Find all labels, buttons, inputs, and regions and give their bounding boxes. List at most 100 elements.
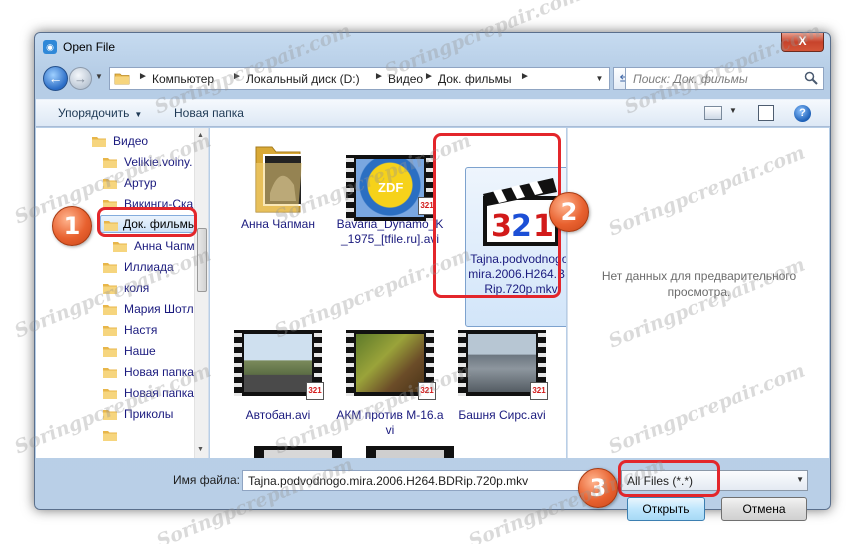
file-item-folder[interactable]: Анна Чапман	[222, 133, 334, 283]
tree-item-prikoly[interactable]: Приколы	[102, 405, 208, 423]
tree-item-artur[interactable]: Артур	[102, 174, 208, 192]
filename-input[interactable]: Tajna.podvodnogo.mira.2006.H264.BDRip.72…	[242, 470, 607, 491]
preview-pane-icon[interactable]	[758, 105, 774, 121]
tree-item-label: Приколы	[124, 407, 174, 421]
breadcrumb-doc-films[interactable]: Док. фильмы	[438, 72, 512, 86]
tree-item-label: Мария Шотл	[124, 302, 194, 316]
folder-icon	[114, 73, 130, 85]
title-bar[interactable]: ◉ Open File X	[35, 33, 830, 61]
frame-image	[468, 334, 536, 392]
file-name: Анна Чапман	[241, 217, 315, 231]
tree-item-new-folder-2[interactable]: Новая папка	[102, 384, 208, 402]
folder-icon	[103, 326, 117, 336]
help-icon[interactable]: ?	[794, 105, 811, 122]
folder-icon	[103, 158, 117, 168]
breadcrumb-separator-icon: ►	[520, 71, 530, 82]
back-button[interactable]: ←	[43, 66, 68, 91]
search-icon[interactable]	[804, 71, 818, 85]
folder-icon	[103, 305, 117, 315]
address-bar[interactable]: ► Компьютер ► Локальный диск (D:) ► Виде…	[109, 67, 603, 90]
tree-item-label: Наше	[124, 344, 156, 358]
tree-item-label: Артур	[124, 176, 157, 190]
step-2-badge: 2	[549, 192, 589, 232]
frame-image: ZDF	[356, 159, 424, 217]
tree-item-illiada[interactable]: Иллиада	[102, 258, 208, 276]
thumbnail: 321	[458, 324, 548, 406]
file-item-bashnya[interactable]: 321 Башня Сирс.avi	[446, 324, 558, 434]
search-input[interactable]: Поиск: Док. фильмы	[625, 67, 824, 90]
folder-icon	[92, 137, 106, 147]
zdf-logo: ZDF	[378, 180, 404, 195]
breadcrumb-local-disk[interactable]: Локальный диск (D:)	[246, 72, 360, 86]
window-title: Open File	[63, 40, 116, 54]
file-name: Bavaria_Dynamo_K_1975_[tfile.ru].avi	[336, 217, 444, 246]
tree-item-label: коля	[124, 281, 150, 295]
tree-item-new-folder[interactable]: Новая папка	[102, 363, 208, 381]
scroll-down-icon[interactable]: ▼	[197, 446, 204, 453]
folder-icon	[255, 146, 303, 213]
thumbnail: 321	[234, 324, 324, 406]
tree-item-label: Иллиада	[124, 260, 174, 274]
mpc-badge-icon: 321	[306, 382, 324, 400]
file-name: Автобан.avi	[245, 408, 311, 422]
tree-item-video[interactable]: Видео	[91, 132, 201, 150]
tree-item-label: Новая папка	[124, 365, 194, 379]
highlight-selected-file	[433, 133, 561, 298]
step-1-badge: 1	[52, 206, 92, 246]
breadcrumb-computer[interactable]: Компьютер	[152, 72, 214, 86]
new-folder-button[interactable]: Новая папка	[174, 106, 244, 120]
highlight-open-button	[618, 460, 720, 497]
forward-button[interactable]: →	[69, 67, 92, 90]
thumbnail: 321	[346, 324, 436, 406]
tree-item-maria[interactable]: Мария Шотл	[102, 300, 208, 318]
tree-item-partial[interactable]	[102, 426, 208, 444]
change-view-icon[interactable]	[704, 106, 722, 120]
scrollbar-thumb[interactable]	[197, 228, 207, 292]
file-name: Башня Сирс.avi	[458, 408, 546, 422]
breadcrumb-video[interactable]: Видео	[388, 72, 423, 86]
mpc-badge-icon: 321	[418, 382, 436, 400]
file-item-avtoban[interactable]: 321 Автобан.avi	[222, 324, 334, 434]
film-strip	[346, 155, 354, 221]
tree-item-nashe[interactable]: Наше	[102, 342, 208, 360]
folder-icon	[103, 284, 117, 294]
tree-item-label: Новая папка	[124, 386, 194, 400]
thumbnail: ZDF 321	[346, 133, 436, 221]
folder-icon	[103, 347, 117, 357]
chevron-down-icon: ▼	[134, 110, 143, 119]
step-3-badge: 3	[578, 468, 618, 508]
tree-item-label: Анна Чапм	[134, 239, 195, 253]
tree-item-velikie-voiny[interactable]: Velikie.voiny.	[102, 153, 208, 171]
frame-image	[376, 450, 444, 458]
tree-item-nastya[interactable]: Настя	[102, 321, 208, 339]
history-dropdown-icon[interactable]: ▼	[95, 72, 103, 81]
filename-label: Имя файла:	[173, 473, 240, 487]
tree-item-label: Настя	[124, 323, 158, 337]
tree-scrollbar[interactable]: ▲ ▼	[194, 128, 208, 458]
close-button[interactable]: X	[781, 33, 824, 52]
thumbnail	[234, 133, 322, 215]
file-item-akm[interactable]: 321 АКМ против М-16.avi	[334, 324, 446, 437]
scroll-up-icon[interactable]: ▲	[197, 132, 204, 139]
film-strip	[458, 330, 466, 396]
address-dropdown-icon[interactable]: ▼	[590, 67, 610, 90]
organize-button[interactable]: Упорядочить ▼	[58, 106, 142, 120]
preview-pane: Нет данных для предварительного просмотр…	[567, 128, 829, 458]
folder-icon	[113, 242, 127, 252]
search-placeholder: Поиск: Док. фильмы	[633, 72, 748, 86]
video-thumbnail[interactable]	[254, 446, 342, 458]
highlight-tree-item	[97, 207, 197, 237]
tree-item-kolya[interactable]: коля	[102, 279, 208, 297]
frame-image	[264, 450, 332, 458]
breadcrumb-separator-icon: ►	[424, 71, 434, 82]
view-dropdown-icon[interactable]: ▼	[729, 106, 737, 115]
file-item-bavaria[interactable]: ZDF 321 Bavaria_Dynamo_K_1975_[tfile.ru]…	[334, 133, 446, 283]
folder-icon	[103, 431, 117, 441]
folder-icon	[103, 263, 117, 273]
frame-image	[356, 334, 424, 392]
file-name: АКМ против М-16.avi	[336, 408, 444, 437]
video-thumbnail[interactable]	[366, 446, 454, 458]
preview-message: Нет данных для предварительного просмотр…	[601, 269, 797, 299]
open-button[interactable]: Открыть	[627, 497, 705, 521]
cancel-button[interactable]: Отмена	[721, 497, 807, 521]
